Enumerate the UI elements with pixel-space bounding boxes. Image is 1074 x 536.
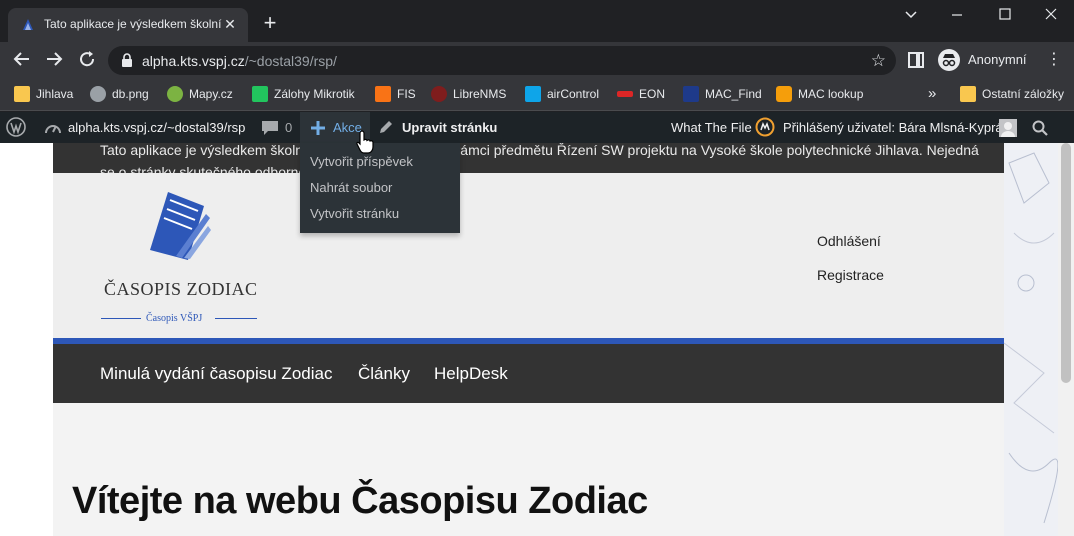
nav-item-articles[interactable]: Články [358, 364, 410, 384]
wp-site-name-label: alpha.kts.vspj.cz/~dostal39/rsp [68, 120, 246, 135]
comments-count: 0 [285, 120, 293, 135]
notice-banner: Tato aplikace je výsledkem školního týmo… [53, 143, 1004, 180]
url-host: alpha.kts.vspj.cz [142, 53, 245, 69]
page-margin-left [0, 143, 53, 536]
mapy-icon [167, 86, 183, 102]
forward-icon[interactable] [43, 50, 65, 70]
fis-icon [375, 86, 391, 102]
logout-link[interactable]: Odhlášení [817, 233, 881, 249]
incognito-icon [938, 49, 960, 71]
aircontrol-icon [525, 86, 541, 102]
bookmark-label: MAC lookup [798, 87, 864, 101]
lock-icon[interactable] [120, 53, 134, 67]
bookmarks-bar: Jihlava db.png Mapy.cz Zálohy Mikrotik F… [0, 78, 1074, 111]
wordpress-logo-icon[interactable] [6, 112, 28, 143]
bookmark-label: FIS [397, 87, 416, 101]
new-tab-button[interactable]: + [258, 12, 282, 36]
browser-toolbar: alpha.kts.vspj.cz/~dostal39/rsp/ ☆ Anony… [0, 42, 1074, 78]
user-label: Přihlášený uživatel: Bára Mlsná-Kyprá [783, 120, 1003, 135]
minimize-icon[interactable] [934, 4, 980, 24]
dashboard-icon [45, 125, 61, 134]
bookmark-label: Mapy.cz [189, 87, 233, 101]
page-viewport: Tato aplikace je výsledkem školního týmo… [0, 143, 1074, 536]
reload-icon[interactable] [76, 50, 98, 70]
browser-tab[interactable]: Tato aplikace je výsledkem školní ✕ [8, 8, 248, 42]
url-path: /~dostal39/rsp/ [244, 53, 337, 69]
minimize-window-icon[interactable] [888, 4, 934, 24]
scrollbar-thumb[interactable] [1061, 143, 1071, 383]
star-icon[interactable]: ☆ [871, 51, 886, 71]
pencil-icon [380, 121, 392, 133]
logo-divider [101, 318, 141, 319]
edit-page-label: Upravit stránku [402, 120, 498, 135]
tab-strip: Tato aplikace je výsledkem školní ✕ + [0, 0, 1074, 42]
new-content-dropdown: Vytvořit příspěvek Nahrát soubor Vytvoři… [300, 143, 460, 233]
maclookup-icon [776, 86, 792, 102]
logo-divider [215, 318, 257, 319]
dropdown-item-new-page[interactable]: Vytvořit stránku [310, 206, 399, 221]
macfind-icon [683, 86, 699, 102]
eon-icon [617, 91, 633, 97]
url-text: alpha.kts.vspj.cz/~dostal39/rsp/ [142, 53, 337, 69]
bookmark-label: EON [639, 87, 666, 101]
plus-icon [311, 121, 325, 135]
nav-item-helpdesk[interactable]: HelpDesk [434, 364, 508, 384]
folder-icon [960, 86, 976, 102]
side-panel-icon[interactable] [908, 52, 924, 68]
address-bar[interactable]: alpha.kts.vspj.cz/~dostal39/rsp/ ☆ [108, 46, 896, 75]
wtf-logo-icon [755, 112, 777, 143]
bookmark-label: airControl [547, 87, 600, 101]
wp-user-account[interactable]: Přihlášený uživatel: Bára Mlsná-Kyprá [783, 112, 1003, 143]
folder-icon [14, 86, 30, 102]
tab-close-icon[interactable]: ✕ [222, 16, 238, 32]
register-link[interactable]: Registrace [817, 267, 884, 283]
main-navigation: Minulá vydání časopisu Zodiac Články Hel… [53, 344, 1004, 403]
z-icon [252, 86, 268, 102]
logo-subtitle: Časopis VŠPJ [146, 313, 203, 324]
nav-item-past-issues[interactable]: Minulá vydání časopisu Zodiac [100, 364, 332, 384]
avatar[interactable] [999, 112, 1017, 143]
bookmarks-overflow-icon[interactable]: » [928, 84, 936, 104]
bookmark-label: Ostatní záložky [982, 87, 1065, 101]
menu-icon[interactable]: ⋮ [1046, 51, 1062, 69]
wp-admin-bar: alpha.kts.vspj.cz/~dostal39/rsp 0 What T… [0, 112, 1074, 143]
wtf-label: What The File [671, 120, 752, 135]
site-favicon-icon [23, 19, 33, 30]
bookmark-label: LibreNMS [453, 87, 507, 101]
site-header: ČASOPIS ZODIAC Časopis VŠPJ Odhlášení Re… [53, 173, 1004, 338]
bookmark-label: db.png [112, 87, 149, 101]
wp-what-the-file[interactable]: What The File [671, 112, 752, 143]
tab-title: Tato aplikace je výsledkem školní [44, 17, 222, 31]
hand-cursor-icon [356, 130, 374, 154]
bookmark-label: MAC_Find [705, 87, 762, 101]
back-icon[interactable] [11, 50, 33, 70]
comment-icon [262, 121, 278, 135]
profile-label: Anonymní [968, 52, 1027, 67]
bookmark-label: Jihlava [36, 87, 74, 101]
globe-icon [90, 86, 106, 102]
book-logo-icon[interactable] [146, 188, 212, 260]
main-content: Vítejte na webu Časopisu Zodiac [53, 403, 1004, 536]
search-icon[interactable] [1032, 112, 1050, 143]
librenms-icon [431, 86, 447, 102]
background-decoration [1003, 143, 1059, 536]
close-window-icon[interactable] [1028, 4, 1074, 24]
bookmark-label: Zálohy Mikrotik [274, 87, 355, 101]
maximize-icon[interactable] [982, 4, 1028, 24]
logo-title[interactable]: ČASOPIS ZODIAC [104, 279, 258, 300]
page-title: Vítejte na webu Časopisu Zodiac [72, 480, 648, 522]
dropdown-item-new-post[interactable]: Vytvořit příspěvek [310, 154, 413, 169]
dropdown-item-upload-file[interactable]: Nahrát soubor [310, 180, 392, 195]
